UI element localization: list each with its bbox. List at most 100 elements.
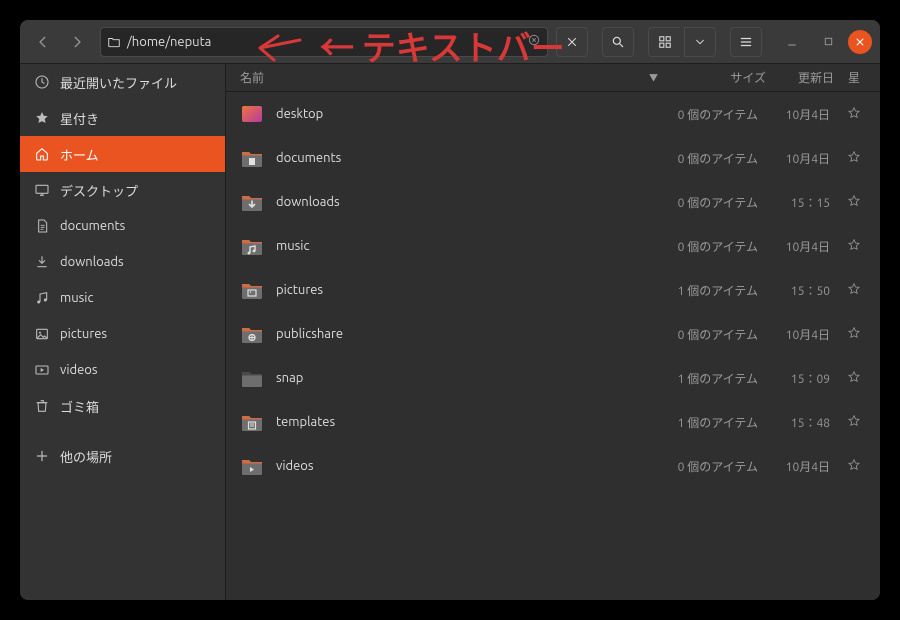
close-icon bbox=[855, 37, 865, 47]
hamburger-menu-button[interactable] bbox=[730, 27, 762, 57]
view-options-button[interactable] bbox=[684, 27, 716, 57]
sidebar-item-clock[interactable]: 最近開いたファイル bbox=[20, 64, 225, 100]
star-toggle[interactable] bbox=[842, 370, 866, 387]
path-bar[interactable]: /home/neputa bbox=[100, 27, 548, 57]
sidebar: 最近開いたファイル星付きホームデスクトップ documents downloads m… bbox=[20, 64, 226, 600]
sidebar-item-videos[interactable]: videos bbox=[20, 352, 225, 388]
sidebar-item-label: デスクトップ bbox=[60, 181, 138, 200]
sidebar-item-label: ホーム bbox=[60, 145, 99, 164]
star-toggle[interactable] bbox=[842, 106, 866, 123]
sidebar-item-label: 他の場所 bbox=[60, 447, 112, 466]
back-button[interactable] bbox=[28, 27, 58, 57]
forward-button[interactable] bbox=[62, 27, 92, 57]
path-clear-button[interactable] bbox=[527, 33, 541, 50]
file-row[interactable]: templates 1 個のアイテム 15：48 bbox=[226, 400, 880, 444]
sidebar-item-documents[interactable]: documents bbox=[20, 208, 225, 244]
file-row[interactable]: documents 0 個のアイテム 10月4日 bbox=[226, 136, 880, 180]
folder-icon bbox=[240, 366, 264, 390]
folder-icon bbox=[107, 35, 121, 49]
star-toggle[interactable] bbox=[842, 150, 866, 167]
star-outline-icon bbox=[847, 370, 861, 384]
clock-icon bbox=[34, 74, 50, 90]
sidebar-item-label: downloads bbox=[60, 255, 124, 269]
file-name: videos bbox=[276, 459, 646, 473]
sidebar-item-trash[interactable]: ゴミ箱 bbox=[20, 388, 225, 424]
file-modified: 15：15 bbox=[770, 194, 830, 211]
file-size: 0 個のアイテム bbox=[658, 458, 758, 475]
view-grid-button[interactable] bbox=[648, 27, 680, 57]
sidebar-item-label: 星付き bbox=[60, 109, 99, 128]
close-icon bbox=[566, 36, 578, 48]
clear-icon bbox=[527, 33, 541, 47]
star-toggle[interactable] bbox=[842, 194, 866, 211]
search-button[interactable] bbox=[602, 27, 634, 57]
star-outline-icon bbox=[847, 458, 861, 472]
star-icon bbox=[34, 110, 50, 126]
file-row[interactable]: publicshare 0 個のアイテム 10月4日 bbox=[226, 312, 880, 356]
plus-icon bbox=[34, 448, 50, 464]
pictures-icon bbox=[34, 326, 50, 342]
chevron-right-icon bbox=[70, 35, 84, 49]
file-row[interactable]: snap 1 個のアイテム 15：09 bbox=[226, 356, 880, 400]
close-path-button[interactable] bbox=[556, 27, 588, 57]
file-name: documents bbox=[276, 151, 646, 165]
file-modified: 15：09 bbox=[770, 370, 830, 387]
documents-icon bbox=[34, 218, 50, 234]
file-size: 0 個のアイテム bbox=[658, 238, 758, 255]
desktop-icon bbox=[34, 182, 50, 198]
file-size: 1 個のアイテム bbox=[658, 370, 758, 387]
star-toggle[interactable] bbox=[842, 282, 866, 299]
star-outline-icon bbox=[847, 194, 861, 208]
file-row[interactable]: music 0 個のアイテム 10月4日 bbox=[226, 224, 880, 268]
file-name: downloads bbox=[276, 195, 646, 209]
star-toggle[interactable] bbox=[842, 458, 866, 475]
file-row[interactable]: desktop 0 個のアイテム 10月4日 bbox=[226, 92, 880, 136]
sidebar-item-label: pictures bbox=[60, 327, 107, 341]
sidebar-item-desktop[interactable]: デスクトップ bbox=[20, 172, 225, 208]
titlebar: /home/neputa bbox=[20, 20, 880, 64]
home-icon bbox=[34, 146, 50, 162]
file-modified: 15：48 bbox=[770, 414, 830, 431]
file-name: snap bbox=[276, 371, 646, 385]
pictures-folder-icon bbox=[240, 278, 264, 302]
maximize-button[interactable] bbox=[816, 30, 840, 54]
column-modified[interactable]: 更新日 bbox=[774, 69, 834, 86]
star-toggle[interactable] bbox=[842, 238, 866, 255]
sidebar-item-star[interactable]: 星付き bbox=[20, 100, 225, 136]
column-star[interactable]: 星 bbox=[842, 69, 866, 86]
videos-icon bbox=[34, 362, 50, 378]
file-row[interactable]: downloads 0 個のアイテム 15：15 bbox=[226, 180, 880, 224]
file-size: 1 個のアイテム bbox=[658, 414, 758, 431]
file-row[interactable]: pictures 1 個のアイテム 15：50 bbox=[226, 268, 880, 312]
maximize-icon bbox=[823, 36, 834, 47]
star-outline-icon bbox=[847, 150, 861, 164]
file-modified: 10月4日 bbox=[770, 326, 830, 343]
grid-icon bbox=[658, 35, 672, 49]
sort-indicator[interactable]: ▼ bbox=[649, 71, 658, 84]
file-name: music bbox=[276, 239, 646, 253]
sidebar-item-music[interactable]: music bbox=[20, 280, 225, 316]
sidebar-item-label: documents bbox=[60, 219, 125, 233]
column-size[interactable]: サイズ bbox=[666, 69, 766, 86]
file-modified: 10月4日 bbox=[770, 458, 830, 475]
templates-folder-icon bbox=[240, 410, 264, 434]
sidebar-item-downloads[interactable]: downloads bbox=[20, 244, 225, 280]
star-outline-icon bbox=[847, 414, 861, 428]
file-size: 1 個のアイテム bbox=[658, 282, 758, 299]
sidebar-item-label: videos bbox=[60, 363, 98, 377]
sidebar-item-home[interactable]: ホーム bbox=[20, 136, 225, 172]
column-name[interactable]: 名前 bbox=[240, 69, 637, 86]
sidebar-item-pictures[interactable]: pictures bbox=[20, 316, 225, 352]
documents-folder-icon bbox=[240, 146, 264, 170]
window-close-button[interactable] bbox=[848, 30, 872, 54]
trash-icon bbox=[34, 398, 50, 414]
search-icon bbox=[611, 35, 625, 49]
star-toggle[interactable] bbox=[842, 326, 866, 343]
sidebar-item-plus[interactable]: 他の場所 bbox=[20, 438, 225, 474]
star-outline-icon bbox=[847, 238, 861, 252]
file-size: 0 個のアイテム bbox=[658, 326, 758, 343]
star-toggle[interactable] bbox=[842, 414, 866, 431]
file-row[interactable]: videos 0 個のアイテム 10月4日 bbox=[226, 444, 880, 488]
hamburger-icon bbox=[739, 35, 753, 49]
minimize-button[interactable] bbox=[780, 30, 804, 54]
